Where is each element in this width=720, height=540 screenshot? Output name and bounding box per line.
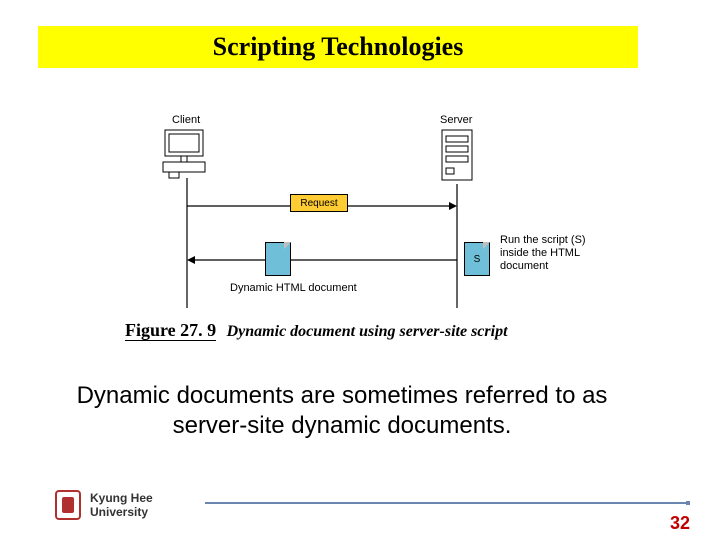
annotation-line1: Run the script (S) [500, 234, 586, 247]
diagram: Client Server [120, 114, 590, 314]
annotation-line2: inside the HTML [500, 247, 586, 260]
script-doc-letter: S [464, 242, 490, 276]
figure-number: Figure 27. 9 [125, 320, 216, 341]
client-computer-icon [155, 128, 219, 184]
university-line2: University [90, 505, 153, 519]
annotation: Run the script (S) inside the HTML docum… [500, 234, 586, 274]
request-label: Request [300, 198, 337, 209]
university-name: Kyung Hee University [90, 491, 153, 520]
university-line1: Kyung Hee [90, 491, 153, 505]
summary-text: Dynamic documents are sometimes referred… [68, 381, 616, 441]
figure-title: Dynamic document using server-site scrip… [227, 323, 508, 340]
annotation-line3: document [500, 260, 586, 273]
summary-box: Dynamic documents are sometimes referred… [42, 356, 642, 466]
server-tower-icon [438, 128, 478, 188]
title-bar: Scripting Technologies [38, 26, 638, 68]
slide: Scripting Technologies Client Server [0, 0, 720, 540]
page-number: 32 [670, 513, 690, 534]
figure-caption: Figure 27. 9 Dynamic document using serv… [125, 320, 595, 341]
footer: Kyung Hee University 32 [0, 490, 720, 540]
dynamic-doc-label: Dynamic HTML document [230, 282, 357, 294]
client-label: Client [172, 114, 200, 126]
request-label-box: Request [290, 194, 348, 212]
slide-title: Scripting Technologies [213, 32, 464, 62]
dynamic-doc-icon [265, 242, 291, 276]
footer-rule [205, 502, 690, 504]
response-arrow [187, 254, 457, 266]
university-logo-icon [55, 490, 81, 520]
client-lifeline [186, 178, 188, 308]
script-doc-icon: S [464, 242, 490, 276]
server-label: Server [440, 114, 472, 126]
